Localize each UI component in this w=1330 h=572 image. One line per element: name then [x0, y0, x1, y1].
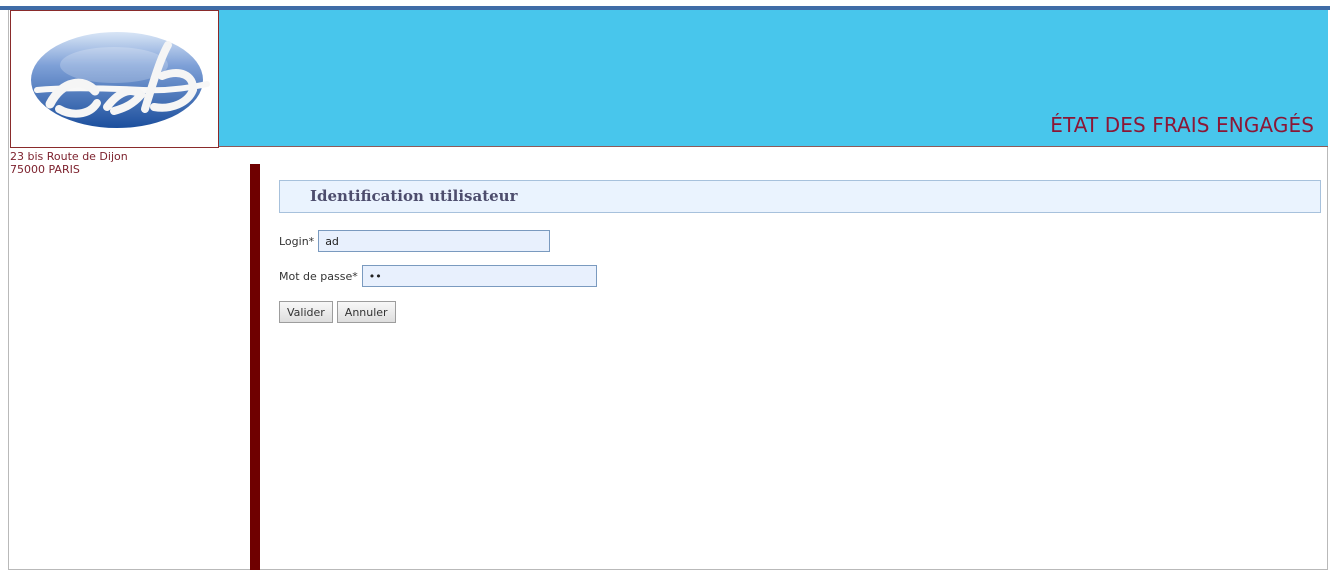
login-input[interactable]	[318, 230, 551, 252]
login-label: Login*	[279, 234, 315, 248]
section-header: Identification utilisateur	[279, 180, 1321, 213]
page-title: ÉTAT DES FRAIS ENGAGÉS	[1050, 113, 1314, 137]
login-row: Login*	[279, 229, 551, 253]
address-line-2: 75000 PARIS	[10, 163, 80, 176]
sidebar-divider	[250, 164, 260, 570]
page: ÉTAT DES FRAIS ENGAGÉS 23 bis Route de D…	[0, 0, 1330, 572]
password-label: Mot de passe*	[279, 269, 358, 283]
logo-box	[10, 10, 219, 148]
company-address: 23 bis Route de Dijon 75000 PARIS	[10, 150, 128, 176]
submit-button[interactable]: Valider	[279, 301, 333, 323]
password-input[interactable]	[361, 265, 597, 287]
section-title: Identification utilisateur	[310, 187, 518, 205]
login-content: Identification utilisateur Login* Mot de…	[277, 180, 1322, 570]
gsb-logo	[31, 32, 210, 128]
form-buttons: Valider Annuler	[279, 301, 396, 323]
address-line-1: 23 bis Route de Dijon	[10, 150, 128, 163]
password-row: Mot de passe*	[279, 264, 597, 288]
reset-button[interactable]: Annuler	[336, 301, 396, 323]
